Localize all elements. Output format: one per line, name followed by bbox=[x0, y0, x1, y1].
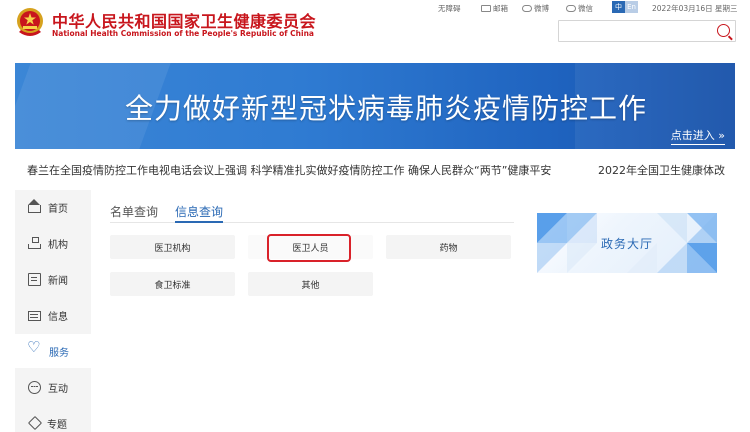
org-icon bbox=[28, 236, 41, 250]
sidebar-item-interact[interactable]: 互动 bbox=[15, 370, 91, 404]
sidebar-item-org[interactable]: 机构 bbox=[15, 226, 91, 260]
mail-icon bbox=[481, 5, 491, 12]
wechat-icon bbox=[566, 5, 576, 12]
selection-highlight bbox=[267, 234, 351, 262]
current-date: 2022年03月16日 星期三 bbox=[652, 4, 738, 13]
weibo-icon bbox=[522, 5, 532, 12]
sidebar-item-label: 互动 bbox=[48, 383, 68, 395]
banner-title: 全力做好新型冠状病毒肺炎疫情防控工作 bbox=[125, 92, 648, 125]
sidebar-item-label: 机构 bbox=[48, 239, 68, 251]
national-emblem-icon[interactable] bbox=[15, 6, 45, 40]
sidebar-item-home[interactable]: 首页 bbox=[15, 190, 91, 224]
sidebar-item-label: 新闻 bbox=[48, 275, 68, 287]
weibo-link[interactable]: 微博 bbox=[522, 3, 549, 14]
tag-icon bbox=[27, 415, 43, 431]
food-hygiene-standard-button[interactable]: 食卫标准 bbox=[110, 272, 235, 296]
site-title-en[interactable]: National Health Commission of the People… bbox=[52, 29, 314, 38]
info-icon bbox=[28, 311, 41, 321]
ticker-item[interactable]: 2022年全国卫生健康体改 bbox=[598, 162, 725, 178]
heart-icon bbox=[27, 340, 42, 357]
home-icon bbox=[28, 199, 41, 213]
wechat-link[interactable]: 微信 bbox=[566, 3, 593, 14]
service-tabs: 名单查询 信息查询 bbox=[110, 203, 514, 223]
gov-hall-card[interactable]: 政务大厅 bbox=[537, 213, 717, 273]
sidebar-item-label: 专题 bbox=[47, 419, 67, 431]
lang-en-button[interactable]: En bbox=[625, 1, 638, 13]
tab-info-query[interactable]: 信息查询 bbox=[175, 203, 224, 223]
medical-institution-button[interactable]: 医卫机构 bbox=[110, 235, 235, 259]
tab-list-query[interactable]: 名单查询 bbox=[110, 203, 158, 223]
sidebar-nav: 首页 机构 新闻 信息 服务 互动 专题 bbox=[15, 190, 91, 432]
banner-enter-link[interactable]: 点击进入 » bbox=[670, 127, 725, 145]
language-switch: 中 En bbox=[612, 1, 638, 13]
sidebar-item-label: 服务 bbox=[49, 347, 69, 359]
sidebar-item-topics[interactable]: 专题 bbox=[15, 406, 91, 432]
search-box bbox=[558, 20, 736, 44]
gov-hall-label: 政务大厅 bbox=[600, 236, 653, 251]
sidebar-item-info[interactable]: 信息 bbox=[15, 298, 91, 332]
news-icon bbox=[28, 272, 41, 286]
ticker-item[interactable]: 春兰在全国疫情防控工作电视电话会议上强调 科学精准扎实做好疫情防控工作 确保人民… bbox=[27, 162, 551, 178]
lang-zh-button[interactable]: 中 bbox=[612, 1, 625, 13]
site-header: 中华人民共和国国家卫生健康委员会 National Health Commiss… bbox=[0, 0, 750, 60]
sidebar-item-service[interactable]: 服务 bbox=[15, 334, 91, 368]
medicine-button[interactable]: 药物 bbox=[386, 235, 511, 259]
sidebar-item-news[interactable]: 新闻 bbox=[15, 262, 91, 296]
sidebar-item-label: 信息 bbox=[48, 311, 68, 323]
search-input[interactable] bbox=[559, 24, 709, 44]
search-icon[interactable] bbox=[717, 24, 730, 37]
news-ticker: 春兰在全国疫情防控工作电视电话会议上强调 科学精准扎实做好疫情防控工作 确保人民… bbox=[15, 160, 735, 180]
other-button[interactable]: 其他 bbox=[248, 272, 373, 296]
accessibility-link[interactable]: 无障碍 bbox=[438, 3, 461, 14]
covid-banner[interactable]: 全力做好新型冠状病毒肺炎疫情防控工作 点击进入 » bbox=[15, 63, 735, 149]
mail-link[interactable]: 邮箱 bbox=[481, 3, 508, 14]
sidebar-item-label: 首页 bbox=[48, 203, 68, 215]
chat-icon bbox=[28, 380, 41, 394]
